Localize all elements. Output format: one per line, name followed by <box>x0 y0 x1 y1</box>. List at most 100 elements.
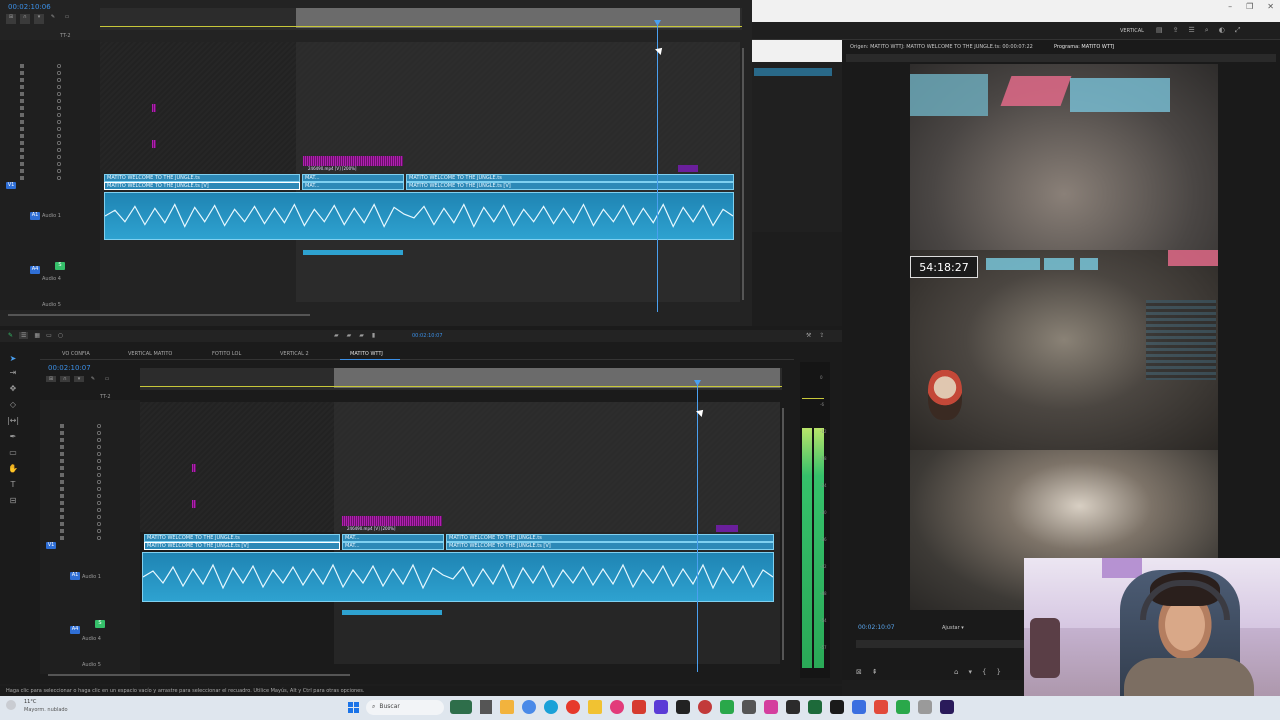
top-v1-target[interactable]: V1 <box>6 182 16 189</box>
wrench-3-icon[interactable]: ✎ <box>88 376 98 382</box>
bottom-v1-target[interactable]: V1 <box>46 542 56 549</box>
file-explorer-icon[interactable] <box>500 700 514 714</box>
slip-tool-icon[interactable]: |↔| <box>4 416 22 432</box>
tab-vertical-2[interactable]: VERTICAL 2 <box>280 351 309 357</box>
top-marker-2[interactable] <box>152 140 156 148</box>
caption-tool-icon[interactable]: ⊟ <box>4 496 22 512</box>
top-purple-clip[interactable] <box>678 165 698 172</box>
pen-tool-icon[interactable]: ✒ <box>4 432 22 448</box>
out-point-icon[interactable]: } <box>996 668 1000 676</box>
opera-icon[interactable] <box>566 700 580 714</box>
top-right-clip-2[interactable]: MATITO WELCOME TO THE JUNGLE.ts [V] <box>406 182 734 190</box>
app-black-icon[interactable] <box>786 700 800 714</box>
bottom-right-clip-2[interactable]: MATITO WELCOME TO THE JUNGLE.ts [V] <box>446 542 774 550</box>
tab-matito-wttj[interactable]: MATITO WTTJ <box>350 351 383 357</box>
top-right-clip-1[interactable]: MATITO WELCOME TO THE JUNGLE.ts <box>406 174 734 182</box>
fit-dropdown[interactable]: Ajustar ▾ <box>938 624 968 632</box>
lift-icon[interactable]: ⇞ <box>872 668 878 676</box>
bottom-short-clip-2[interactable]: MAT... <box>342 542 444 550</box>
excel-icon[interactable] <box>720 700 734 714</box>
bottom-vscroll[interactable] <box>782 408 784 660</box>
hand-tool-icon[interactable]: ✋ <box>4 464 22 480</box>
bottom-solo-button[interactable]: S <box>95 620 105 628</box>
app-black2-icon[interactable] <box>830 700 844 714</box>
bottom-purple-clip[interactable] <box>716 525 738 532</box>
export-icon[interactable]: ⇪ <box>819 332 824 339</box>
app-green-icon[interactable] <box>808 700 822 714</box>
monitor-ruler[interactable] <box>846 54 1276 62</box>
folder-icon[interactable]: ▭ <box>46 332 52 339</box>
selection-tool-icon[interactable]: ➤ <box>4 354 22 368</box>
origin-label[interactable]: Origen: MATITO WTTJ: MATITO WELCOME TO T… <box>850 44 1033 50</box>
bottom-nested-clip[interactable] <box>342 516 442 526</box>
bottom-audio-clip[interactable] <box>142 552 774 602</box>
taskbar-search[interactable]: ⌕ Buscar <box>366 700 444 715</box>
windows-start-icon[interactable] <box>348 702 359 713</box>
type-tool-icon[interactable]: T <box>4 480 22 496</box>
in-point-icon[interactable]: { <box>982 668 986 676</box>
app-red2-icon[interactable] <box>698 700 712 714</box>
app-pink-icon[interactable] <box>764 700 778 714</box>
bottom-timecode[interactable]: 00:02:10:07 <box>48 364 91 372</box>
program-timecode[interactable]: 00:02:10:07 <box>858 624 895 631</box>
fullscreen-icon[interactable]: ⤢ <box>1235 26 1241 35</box>
razor-tool-icon[interactable]: ◇ <box>4 400 22 416</box>
snap-icon[interactable]: ⊞ <box>6 14 16 24</box>
panel-icon[interactable]: ▤ <box>1156 26 1163 35</box>
wrench-2-icon[interactable]: ⚒ <box>806 332 811 339</box>
transport-icon-2[interactable]: ▰ <box>347 332 352 339</box>
camera-icon[interactable]: ⌂ <box>954 668 958 676</box>
search-icon[interactable]: ⌕ <box>1205 26 1209 35</box>
bottom-right-clip-1[interactable]: MATITO WELCOME TO THE JUNGLE.ts <box>446 534 774 542</box>
wrench-icon[interactable]: ✎ <box>48 14 58 24</box>
top-marker-1[interactable] <box>152 104 156 112</box>
app-gray-icon[interactable] <box>742 700 756 714</box>
rectangle-tool-icon[interactable]: ▭ <box>4 448 22 464</box>
transport-icon-1[interactable]: ▰ <box>334 332 339 339</box>
app-purple-icon[interactable] <box>654 700 668 714</box>
vertical-video-frame[interactable]: 54:18:27 <box>910 64 1218 610</box>
icon-view-icon[interactable]: ▦ <box>34 332 40 339</box>
top-video-clip-2[interactable]: MATITO WELCOME TO THE JUNGLE.ts [V] <box>104 182 300 190</box>
pen-icon[interactable]: ✎ <box>8 332 13 339</box>
snap-2-icon[interactable]: ⊞ <box>46 376 56 382</box>
quick-export-icon[interactable]: ⇪ <box>1173 26 1179 35</box>
bottom-audio4-clip[interactable] <box>342 610 442 615</box>
bottom-short-clip-1[interactable]: MAT... <box>342 534 444 542</box>
linked-selection-2-icon[interactable]: ∩ <box>60 376 70 382</box>
workspace-label[interactable]: VERTICAL <box>1120 28 1144 34</box>
app-dark-icon[interactable] <box>676 700 690 714</box>
captions-2-icon[interactable]: ▭ <box>102 376 112 382</box>
tab-vertical-matito[interactable]: VERTICAL MATITO <box>128 351 172 357</box>
premiere-icon[interactable] <box>940 700 954 714</box>
settings-app-icon[interactable] <box>918 700 932 714</box>
bottom-video-clip-2[interactable]: MATITO WELCOME TO THE JUNGLE.ts [V] <box>144 542 340 550</box>
app-red-icon[interactable] <box>632 700 646 714</box>
chrome-icon[interactable] <box>522 700 536 714</box>
bottom-a4-target[interactable]: A4 <box>70 626 80 634</box>
program-label[interactable]: Programa: MATITO WTTJ <box>1054 44 1114 50</box>
list-view-icon[interactable]: ☰ <box>19 332 29 339</box>
top-a4-target[interactable]: A4 <box>30 266 40 274</box>
app-orange-icon[interactable] <box>874 700 888 714</box>
bottom-playhead[interactable] <box>697 380 698 672</box>
speaker-icon[interactable]: ◐ <box>1219 26 1225 35</box>
bottom-a1-target[interactable]: A1 <box>70 572 80 580</box>
top-audio4-clip[interactable] <box>303 250 403 255</box>
bottom-marker-1[interactable] <box>192 464 196 472</box>
top-solo-button[interactable]: S <box>55 262 65 270</box>
minimize-icon[interactable]: – <box>1228 2 1232 11</box>
top-nested-clip[interactable] <box>303 156 403 166</box>
maximize-icon[interactable]: ❐ <box>1246 2 1253 11</box>
task-view-icon[interactable] <box>480 700 492 714</box>
settings-icon[interactable]: ⊠ <box>856 668 862 676</box>
transport-icon-3[interactable]: ▰ <box>359 332 364 339</box>
captions-icon[interactable]: ▭ <box>62 14 72 24</box>
brave-icon[interactable] <box>610 700 624 714</box>
app-green2-icon[interactable] <box>896 700 910 714</box>
weather-temp[interactable]: 11°C <box>24 699 36 705</box>
top-audio-clip[interactable] <box>104 192 734 240</box>
marker-icon[interactable]: ▾ <box>968 668 972 676</box>
add-marker-icon[interactable]: ▾ <box>34 14 44 24</box>
top-short-clip-2[interactable]: MAT... <box>302 182 404 190</box>
